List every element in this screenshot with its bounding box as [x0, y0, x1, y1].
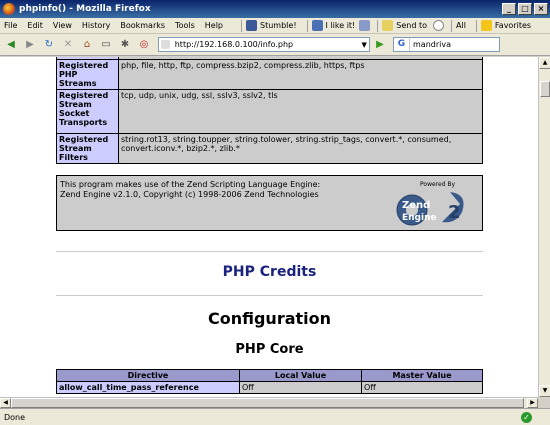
url-dropdown-icon[interactable]: ▼	[359, 38, 369, 51]
column-header: Directive	[56, 369, 240, 382]
directive-cell: allow_call_time_pass_reference	[56, 381, 240, 394]
zend-logo-powered: Powered By	[420, 181, 456, 188]
zend-logo[interactable]: Powered By Zend Engine 2	[390, 178, 470, 230]
toolbar-extras: Stumble! I like it! Send to All Favorite…	[237, 19, 541, 32]
zend-line-2: Zend Engine v2.1.0, Copyright (c) 1998-2…	[60, 190, 319, 199]
chat-icon[interactable]	[433, 20, 444, 31]
addon-icon[interactable]: ◎	[136, 37, 152, 53]
zend-logo-engine: Engine	[402, 213, 437, 223]
zend-engine-box: This program makes use of the Zend Scrip…	[56, 175, 483, 231]
thumbs-up-icon	[311, 20, 323, 31]
local-value-cell: Off	[239, 381, 362, 394]
scroll-left-icon[interactable]: ◀	[0, 398, 11, 408]
streams-table: Registered PHP Streams php, file, http, …	[56, 57, 483, 164]
home-icon[interactable]: ⌂	[79, 37, 95, 53]
go-icon[interactable]: ▶	[373, 38, 387, 52]
menu-edit[interactable]: Edit	[27, 21, 43, 30]
forward-icon[interactable]: ▶	[22, 37, 38, 53]
address-bar[interactable]: ▼	[158, 37, 370, 52]
horizontal-scrollbar[interactable]: ◀ ▶	[0, 397, 538, 408]
star-icon	[480, 20, 492, 31]
url-input[interactable]	[174, 40, 360, 49]
screen-icon[interactable]: ▭	[98, 37, 114, 53]
scrollbar-thumb[interactable]	[540, 81, 550, 97]
row-label: Registered PHP Streams	[56, 59, 119, 90]
column-header: Master Value	[361, 369, 483, 382]
divider	[56, 251, 483, 252]
search-input[interactable]	[413, 40, 493, 49]
menu-view[interactable]: View	[53, 21, 72, 30]
send-icon	[382, 20, 394, 31]
table-row: Registered Stream Socket Transports tcp,…	[56, 89, 483, 134]
divider	[56, 295, 483, 296]
back-icon[interactable]: ◀	[3, 37, 19, 53]
separator	[306, 19, 308, 32]
separator	[475, 19, 477, 32]
window-titlebar: phpinfo() - Mozilla Firefox _ □ ×	[0, 0, 550, 18]
status-bar: Done ✓	[0, 408, 550, 425]
zend-line-1: This program makes use of the Zend Scrip…	[60, 180, 321, 189]
security-ok-icon[interactable]: ✓	[521, 411, 532, 423]
separator	[451, 19, 452, 32]
menu-bookmarks[interactable]: Bookmarks	[120, 21, 165, 30]
page-content: Registered PHP Streams php, file, http, …	[0, 57, 538, 397]
search-bar[interactable]: G	[393, 37, 500, 52]
separator	[377, 19, 379, 32]
page-icon	[161, 40, 170, 49]
table-row: Registered PHP Streams php, file, http, …	[56, 59, 483, 90]
send-to-button[interactable]: Send to	[396, 21, 427, 30]
scrollbar-thumb[interactable]	[11, 398, 524, 408]
table-row: allow_call_time_pass_reference Off Off	[56, 381, 483, 394]
row-value: php, file, http, ftp, compress.bzip2, co…	[118, 59, 483, 90]
php-core-heading: PHP Core	[235, 342, 304, 357]
column-header: Local Value	[239, 369, 362, 382]
menu-help[interactable]: Help	[205, 21, 223, 30]
php-core-table: Directive Local Value Master Value allow…	[56, 369, 483, 394]
separator	[241, 19, 243, 32]
i-like-it-button[interactable]: I like it!	[326, 21, 356, 30]
favorites-button[interactable]: Favorites	[495, 21, 531, 30]
row-label: Registered Stream Socket Transports	[56, 89, 119, 134]
reload-icon[interactable]: ↻	[41, 37, 57, 53]
stumble-button[interactable]: Stumble!	[260, 21, 297, 30]
firefox-icon	[3, 3, 15, 15]
configuration-heading: Configuration	[207, 309, 332, 328]
close-button[interactable]: ×	[534, 3, 548, 15]
all-button[interactable]: All	[456, 21, 466, 30]
navigation-bar: ◀ ▶ ↻ ✕ ⌂ ▭ ✱ ◎ ▼ ▶ G	[0, 34, 550, 56]
row-value: tcp, udp, unix, udg, ssl, sslv3, sslv2, …	[118, 89, 483, 134]
scroll-up-icon[interactable]: ▲	[539, 57, 550, 69]
stumbleupon-icon	[246, 20, 258, 31]
master-value-cell: Off	[361, 381, 483, 394]
minimize-button[interactable]: _	[502, 3, 516, 15]
thumbs-down-icon[interactable]	[359, 20, 371, 31]
status-text: Done	[4, 412, 26, 422]
google-icon[interactable]: G	[394, 38, 410, 51]
scroll-right-icon[interactable]: ▶	[527, 398, 538, 408]
tool-icon[interactable]: ✱	[117, 37, 133, 53]
row-value: string.rot13, string.toupper, string.tol…	[118, 133, 483, 164]
table-row: Registered Stream Filters string.rot13, …	[56, 133, 483, 164]
scroll-down-icon[interactable]: ▼	[539, 385, 550, 397]
menu-bar: File Edit View History Bookmarks Tools H…	[0, 18, 550, 34]
window-title: phpinfo() - Mozilla Firefox	[19, 4, 151, 14]
menu-history[interactable]: History	[82, 21, 110, 30]
php-credits-link[interactable]: PHP Credits	[56, 264, 483, 280]
maximize-button[interactable]: □	[518, 3, 532, 15]
table-header-row: Directive Local Value Master Value	[56, 369, 483, 382]
zend-logo-version: 2	[448, 202, 461, 223]
row-label: Registered Stream Filters	[56, 133, 119, 164]
zend-logo-name: Zend	[402, 200, 430, 211]
vertical-scrollbar[interactable]: ▲ ▼	[538, 57, 550, 397]
stop-icon[interactable]: ✕	[60, 37, 76, 53]
menu-tools[interactable]: Tools	[175, 21, 195, 30]
menu-file[interactable]: File	[4, 21, 17, 30]
